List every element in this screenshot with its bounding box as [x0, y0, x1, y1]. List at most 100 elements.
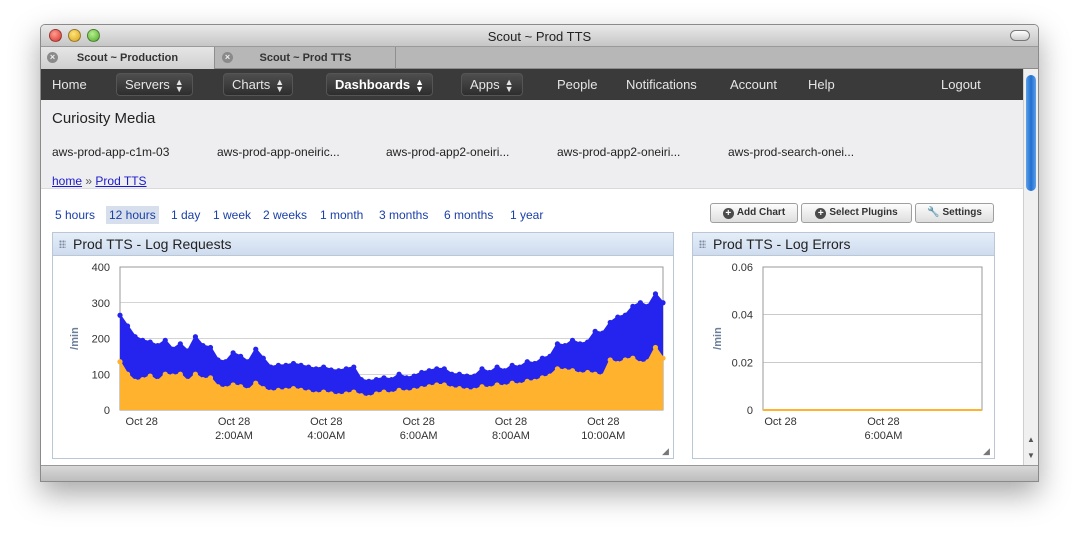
data-point [411, 387, 417, 393]
range-1-year[interactable]: 1 year [507, 206, 546, 224]
data-point [434, 382, 440, 388]
log-errors-chart: 0 0.02 0.04 0.06/min Oct 28 Oct 28 6:00AM [712, 262, 983, 442]
y-tick-label: 0.02 [732, 357, 753, 369]
data-point [539, 355, 545, 361]
nav-logout[interactable]: Logout [941, 69, 981, 100]
data-point [381, 375, 387, 381]
data-point [124, 323, 131, 329]
resize-handle-icon[interactable]: ◢ [983, 447, 992, 456]
data-point [200, 343, 206, 349]
wrench-icon: 🔧 [927, 207, 940, 218]
data-point [192, 334, 199, 340]
drag-handle-icon[interactable] [59, 240, 66, 248]
range-1-month[interactable]: 1 month [317, 206, 366, 224]
window-title: Scout ~ Prod TTS [487, 29, 592, 44]
data-point [343, 366, 349, 372]
data-point [373, 377, 380, 383]
server-link[interactable]: aws-prod-app2-oneiri... [386, 145, 509, 159]
data-point [502, 384, 508, 390]
x-tick-label: 8:00AM [492, 430, 530, 442]
range-6-months[interactable]: 6 months [441, 206, 496, 224]
drag-handle-icon[interactable] [699, 240, 706, 248]
chart-panel-log-errors: Prod TTS - Log Errors 0 0.02 0.04 0.06/min O… [692, 232, 995, 459]
select-plugins-button[interactable]: + Select Plugins [801, 203, 912, 223]
x-tick-label: 6:00AM [864, 430, 902, 442]
data-point [366, 378, 372, 384]
range-12-hours[interactable]: 12 hours [106, 206, 159, 224]
data-point [170, 373, 176, 379]
x-tick-label: Oct 28 [218, 416, 250, 428]
status-bar [41, 465, 1038, 481]
chart-panel-header[interactable]: Prod TTS - Log Errors [693, 233, 994, 256]
nav-account[interactable]: Account [730, 69, 777, 100]
data-point [660, 300, 666, 306]
data-point [562, 343, 568, 349]
data-point [290, 385, 297, 392]
nav-people[interactable]: People [557, 69, 597, 100]
nav-charts-dropdown[interactable]: Charts ▲ ▼ [223, 73, 294, 96]
range-1-week[interactable]: 1 week [210, 206, 254, 224]
nav-help[interactable]: Help [808, 69, 835, 100]
close-tab-icon[interactable]: × [222, 52, 233, 63]
data-point [117, 312, 123, 318]
breadcrumb-current-link[interactable]: Prod TTS [95, 174, 146, 188]
data-point [434, 366, 440, 372]
settings-button[interactable]: 🔧 Settings [915, 203, 994, 223]
data-point [569, 368, 576, 374]
data-point [177, 371, 183, 377]
data-point [124, 371, 131, 377]
data-point [471, 373, 478, 379]
nav-dashboards-dropdown[interactable]: Dashboards ▲ ▼ [326, 73, 434, 96]
y-tick-label: 0.04 [732, 310, 753, 322]
data-point [321, 364, 327, 370]
data-point [479, 384, 485, 390]
tab-production[interactable]: × Scout ~ Production [41, 47, 215, 69]
server-link[interactable]: aws-prod-app2-oneiri... [557, 145, 680, 159]
data-point [132, 378, 138, 384]
data-point [298, 387, 304, 393]
data-point [260, 385, 266, 392]
nav-apps-dropdown[interactable]: Apps ▲ ▼ [461, 73, 523, 96]
data-point [117, 359, 123, 365]
data-point [607, 319, 613, 326]
close-tab-icon[interactable]: × [47, 52, 58, 63]
chart-title: Prod TTS - Log Requests [73, 236, 232, 252]
data-point [215, 357, 221, 363]
toolbar-toggle-button[interactable] [1010, 30, 1030, 41]
vertical-scrollbar[interactable]: ▲ ▼ [1023, 69, 1038, 466]
plus-icon: + [722, 208, 734, 219]
breadcrumb-home-link[interactable]: home [52, 174, 82, 188]
data-point [200, 377, 206, 383]
data-point [215, 384, 221, 390]
scrollbar-thumb[interactable] [1026, 75, 1036, 191]
data-point [222, 359, 229, 365]
data-point [592, 328, 598, 334]
server-link[interactable]: aws-prod-app-c1m-03 [52, 145, 169, 159]
data-point [660, 355, 666, 361]
range-1-day[interactable]: 1 day [168, 206, 203, 224]
data-point [170, 346, 176, 352]
nav-home[interactable]: Home [52, 69, 87, 100]
data-point [547, 353, 553, 359]
range-3-months[interactable]: 3 months [376, 206, 431, 224]
server-link[interactable]: aws-prod-app-oneiric... [217, 145, 340, 159]
data-point [336, 393, 342, 399]
data-point [532, 360, 538, 367]
chart-panel-header[interactable]: Prod TTS - Log Requests [53, 233, 673, 256]
nav-notifications[interactable]: Notifications [626, 69, 697, 100]
add-chart-button[interactable]: + Add Chart [710, 203, 798, 223]
log-requests-chart: 0 100 200 300 400/min Oct 28 Oct 28 2:00AM Oct 2… [69, 262, 666, 442]
range-5-hours[interactable]: 5 hours [52, 206, 98, 224]
scroll-up-arrow-icon[interactable]: ▲ [1024, 433, 1038, 447]
data-point [532, 378, 538, 384]
scroll-down-arrow-icon[interactable]: ▼ [1024, 449, 1038, 463]
data-point [441, 382, 447, 388]
nav-servers-dropdown[interactable]: Servers ▲ ▼ [116, 73, 193, 96]
resize-handle-icon[interactable]: ◢ [662, 447, 671, 456]
add-chart-label: Add Chart [736, 207, 786, 218]
data-point [464, 387, 470, 393]
tab-prod-tts[interactable]: × Scout ~ Prod TTS [216, 47, 396, 69]
range-2-weeks[interactable]: 2 weeks [260, 206, 310, 224]
data-point [645, 303, 651, 309]
server-link[interactable]: aws-prod-search-onei... [728, 145, 854, 159]
